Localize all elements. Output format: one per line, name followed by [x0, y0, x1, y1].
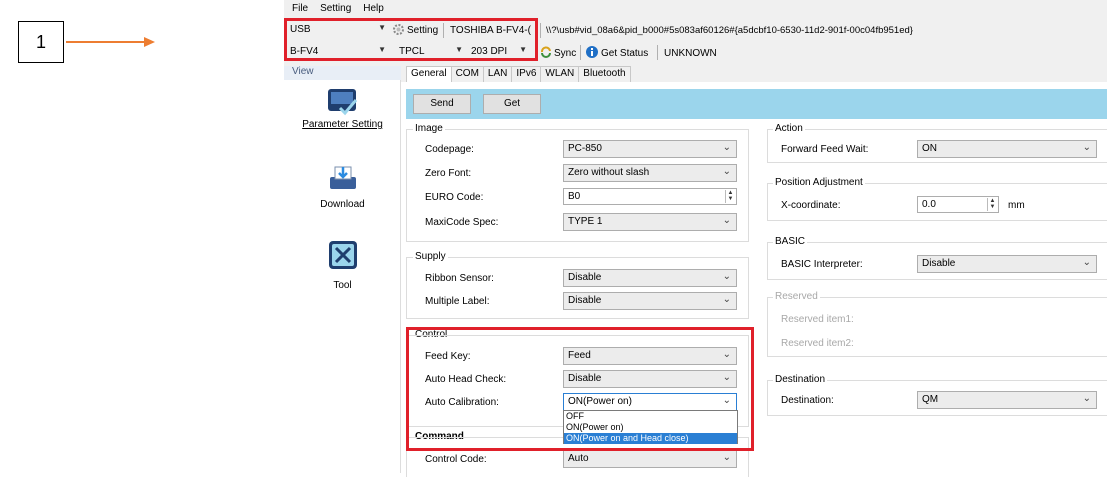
nav-parameter-setting[interactable]: Parameter Setting	[284, 86, 401, 130]
nav-label: Tool	[333, 280, 352, 291]
chevron-down-icon: ⌄	[1082, 142, 1091, 153]
callout-number-box: 1	[18, 21, 64, 63]
ribbon-sensor-label: Ribbon Sensor:	[425, 273, 494, 284]
toolbar-separator	[540, 23, 541, 38]
x-coordinate-label: X-coordinate:	[781, 200, 841, 211]
tab-lan[interactable]: LAN	[482, 66, 513, 82]
basic-interpreter-select[interactable]: Disable ⌄	[917, 255, 1097, 273]
group-title-reserved: Reserved	[773, 291, 820, 302]
toolbar-separator	[657, 45, 658, 60]
chevron-down-icon: ⌄	[722, 271, 731, 282]
tab-general[interactable]: General	[406, 66, 452, 82]
group-title-basic: BASIC	[773, 236, 808, 247]
zerofont-select[interactable]: Zero without slash ⌄	[563, 164, 737, 182]
nav-label: Parameter Setting	[302, 119, 383, 130]
status-text: UNKNOWN	[664, 48, 717, 59]
highlight-box-toolbar	[284, 18, 538, 61]
destination-label: Destination:	[781, 395, 834, 406]
x-coordinate-unit: mm	[1008, 200, 1025, 211]
chevron-down-icon: ⌄	[722, 142, 731, 153]
spinner-arrows-icon[interactable]: ▲ ▼	[987, 198, 997, 211]
nav-header: View	[284, 66, 401, 80]
group-title-position: Position Adjustment	[773, 177, 865, 188]
tab-ipv6[interactable]: IPv6	[511, 66, 542, 82]
chevron-down-icon: ⌄	[722, 166, 731, 177]
forward-feed-wait-label: Forward Feed Wait:	[781, 144, 869, 155]
tool-icon	[328, 241, 357, 269]
destination-select[interactable]: QM ⌄	[917, 391, 1097, 409]
chevron-down-icon: ⌄	[722, 215, 731, 226]
ribbon-sensor-value: Disable	[568, 272, 602, 283]
euro-code-label: EURO Code:	[425, 192, 484, 203]
euro-code-value: B0	[568, 191, 581, 202]
destination-value: QM	[922, 394, 939, 405]
info-icon	[586, 46, 598, 58]
maxicode-select[interactable]: TYPE 1 ⌄	[563, 213, 737, 231]
chevron-down-icon: ⌄	[1082, 393, 1091, 404]
toolbar-separator	[580, 45, 581, 60]
sync-icon	[541, 46, 551, 58]
highlight-box-control	[406, 327, 754, 451]
basic-interpreter-value: Disable	[922, 258, 956, 269]
chevron-down-icon: ⌄	[1082, 257, 1091, 268]
nav-tool[interactable]: Tool	[284, 240, 401, 291]
basic-interpreter-label: BASIC Interpreter:	[781, 259, 863, 270]
action-bar: Send Get	[406, 89, 1107, 119]
multiple-label-select[interactable]: Disable ⌄	[563, 292, 737, 310]
zerofont-value: Zero without slash	[568, 167, 650, 178]
menu-file[interactable]: File	[292, 3, 308, 17]
reserved-item2-label: Reserved item2:	[781, 338, 854, 349]
group-title-supply: Supply	[413, 251, 448, 262]
tab-com[interactable]: COM	[450, 66, 484, 82]
spinner-arrows-icon[interactable]: ▲ ▼	[725, 190, 735, 203]
codepage-value: PC-850	[568, 143, 602, 154]
multiple-label-label: Multiple Label:	[425, 296, 490, 307]
codepage-label: Codepage:	[425, 144, 474, 155]
control-code-value: Auto	[568, 453, 589, 464]
maxicode-value: TYPE 1	[568, 216, 603, 227]
x-coordinate-spinner[interactable]: 0.0 ▲ ▼	[917, 196, 999, 213]
nav-download[interactable]: Download	[284, 163, 401, 210]
ribbon-sensor-select[interactable]: Disable ⌄	[563, 269, 737, 287]
chevron-down-icon: ⌄	[722, 452, 731, 463]
tab-bluetooth[interactable]: Bluetooth	[578, 66, 631, 82]
x-coordinate-value: 0.0	[922, 199, 936, 210]
callout-number: 1	[35, 31, 46, 52]
sync-button[interactable]: Sync	[554, 48, 576, 59]
parameter-setting-icon	[327, 89, 357, 116]
group-title-image: Image	[413, 123, 445, 134]
zerofont-label: Zero Font:	[425, 168, 472, 179]
tab-wlan[interactable]: WLAN	[540, 66, 580, 82]
download-printer-icon	[329, 166, 356, 189]
send-button[interactable]: Send	[413, 94, 471, 114]
maxicode-label: MaxiCode Spec:	[425, 217, 499, 228]
codepage-select[interactable]: PC-850 ⌄	[563, 140, 737, 158]
callout-arrow-icon	[66, 37, 155, 47]
nav-label: Download	[320, 199, 365, 210]
get-button[interactable]: Get	[483, 94, 541, 114]
reserved-item1-label: Reserved item1:	[781, 314, 854, 325]
left-nav-panel: View Parameter Setting Download Tool	[284, 66, 401, 473]
multiple-label-value: Disable	[568, 295, 602, 306]
get-status-button[interactable]: Get Status	[601, 48, 648, 59]
group-title-destination: Destination	[773, 374, 828, 385]
chevron-down-icon: ⌄	[722, 294, 731, 305]
forward-feed-wait-select[interactable]: ON ⌄	[917, 140, 1097, 158]
tab-bar: General COM LAN IPv6 WLAN Bluetooth	[406, 66, 631, 82]
euro-code-spinner[interactable]: B0 ▲ ▼	[563, 188, 737, 205]
group-title-action: Action	[773, 123, 805, 134]
menu-bar: File Setting Help	[284, 3, 384, 17]
menu-help[interactable]: Help	[363, 3, 384, 17]
control-code-select[interactable]: Auto ⌄	[563, 450, 737, 468]
device-path: \\?\usb#vid_08a6&pid_b000#5s083af60126#{…	[546, 25, 913, 36]
control-code-label: Control Code:	[425, 454, 487, 465]
forward-feed-wait-value: ON	[922, 143, 937, 154]
menu-setting[interactable]: Setting	[320, 3, 351, 17]
